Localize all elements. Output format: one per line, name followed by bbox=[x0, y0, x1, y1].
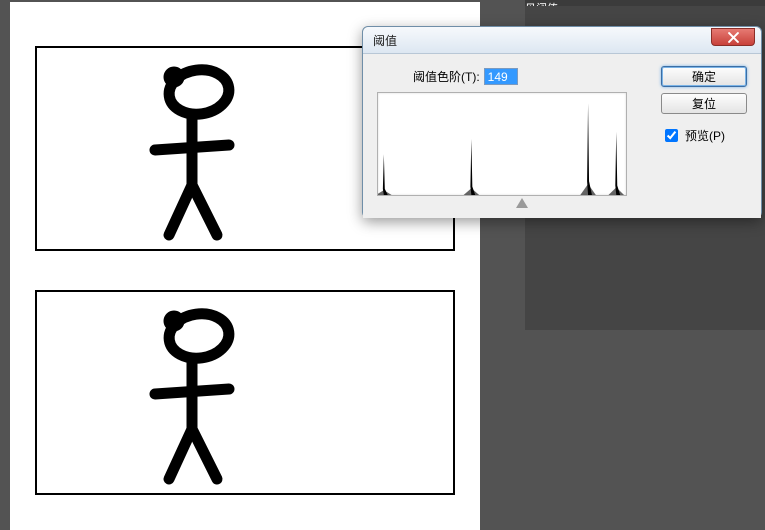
threshold-level-input[interactable] bbox=[484, 68, 518, 85]
dialog-body: 阈值色阶(T): 确定 复位 预览(P) bbox=[363, 54, 761, 218]
workspace: 见阈值 bbox=[0, 0, 765, 530]
threshold-dialog: 阈值 阈值色阶(T): 确定 bbox=[362, 26, 762, 218]
preview-checkbox-row[interactable]: 预览(P) bbox=[661, 126, 725, 145]
close-button[interactable] bbox=[711, 28, 755, 46]
side-panel-title: 见阈值 bbox=[525, 3, 558, 6]
threshold-slider[interactable] bbox=[377, 198, 627, 212]
histogram-box bbox=[377, 92, 627, 196]
reset-button[interactable]: 复位 bbox=[661, 93, 747, 114]
threshold-field-row: 阈值色阶(T): bbox=[413, 68, 518, 85]
stick-figure-drawing bbox=[137, 60, 257, 245]
side-panel-header: 见阈值 bbox=[525, 0, 765, 6]
stick-figure-drawing bbox=[137, 304, 257, 489]
preview-checkbox[interactable] bbox=[665, 129, 678, 142]
canvas-frame-2 bbox=[35, 290, 455, 495]
threshold-field-label: 阈值色阶(T): bbox=[413, 68, 480, 85]
reset-button-label: 复位 bbox=[692, 95, 716, 112]
dialog-button-column: 确定 复位 预览(P) bbox=[661, 66, 747, 145]
ok-button-label: 确定 bbox=[692, 68, 716, 85]
dialog-title: 阈值 bbox=[373, 32, 397, 49]
close-icon bbox=[728, 32, 739, 43]
ok-button[interactable]: 确定 bbox=[661, 66, 747, 87]
histogram-chart bbox=[378, 93, 626, 195]
dialog-titlebar[interactable]: 阈值 bbox=[363, 27, 761, 54]
preview-label: 预览(P) bbox=[685, 127, 725, 144]
slider-thumb-icon[interactable] bbox=[516, 198, 528, 208]
